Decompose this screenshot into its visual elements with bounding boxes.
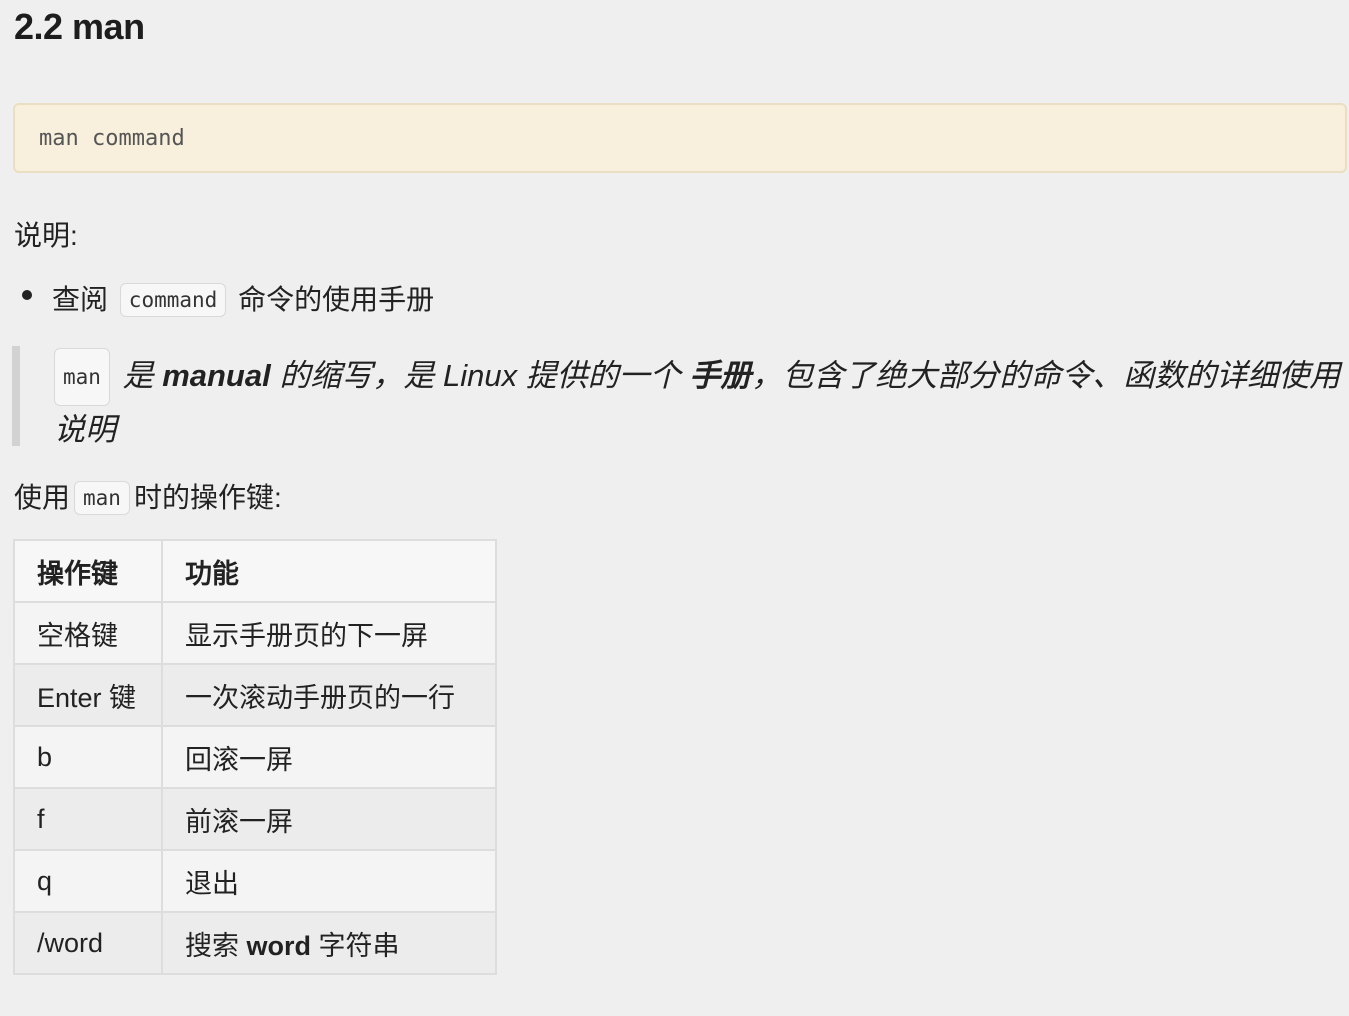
blockquote: man 是 manual 的缩写，是 Linux 提供的一个 手册，包含了绝大部… bbox=[12, 346, 1340, 447]
table-cell-key: b bbox=[13, 725, 163, 789]
keys-table: 操作键 功能 空格键 显示手册页的下一屏 Enter 键 一次滚动手册页的一行 … bbox=[13, 539, 497, 975]
table-cell-function: 前滚一屏 bbox=[161, 787, 497, 851]
description-label: 说明: bbox=[14, 220, 78, 251]
function-text-after: 字符串 bbox=[318, 930, 400, 961]
table-cell-key: q bbox=[13, 849, 163, 913]
quote-part-1: 是 bbox=[122, 358, 154, 393]
table-header-row: 操作键 功能 bbox=[13, 539, 497, 603]
description-list: 查阅 command 命令的使用手册 bbox=[18, 278, 434, 318]
table-header-function: 功能 bbox=[161, 539, 497, 603]
operations-text-before: 使用 bbox=[14, 482, 71, 513]
table-row: f 前滚一屏 bbox=[13, 787, 497, 851]
quote-bold-manual: manual bbox=[162, 358, 271, 393]
table-cell-function: 退出 bbox=[161, 849, 497, 913]
code-block: man command bbox=[13, 103, 1347, 173]
quote-bold-handbook: 手册 bbox=[689, 358, 752, 393]
quote-part-2: 的缩写，是 Linux 提供的一个 bbox=[279, 358, 681, 393]
table-cell-key: Enter 键 bbox=[13, 663, 163, 727]
section-title: 2.2 man bbox=[14, 6, 145, 47]
function-text-bold: word bbox=[246, 930, 312, 961]
table-cell-function: 显示手册页的下一屏 bbox=[161, 601, 497, 665]
table-cell-key: /word bbox=[13, 911, 163, 975]
table-header-key: 操作键 bbox=[13, 539, 163, 603]
table-cell-key: f bbox=[13, 787, 163, 851]
bullet-text-before: 查阅 bbox=[52, 284, 109, 315]
list-item: 查阅 command 命令的使用手册 bbox=[18, 278, 434, 318]
code-block-text: man command bbox=[39, 126, 185, 151]
bullet-dot-icon bbox=[22, 290, 32, 300]
table-cell-function: 回滚一屏 bbox=[161, 725, 497, 789]
table-cell-function: 一次滚动手册页的一行 bbox=[161, 663, 497, 727]
quote-text: man 是 manual 的缩写，是 Linux 提供的一个 手册，包含了绝大部… bbox=[54, 348, 1344, 454]
table-row: q 退出 bbox=[13, 849, 497, 913]
inline-code-man: man bbox=[54, 348, 110, 406]
function-text-before: 搜索 bbox=[185, 930, 239, 961]
operations-label: 使用 man 时的操作键: bbox=[14, 476, 282, 516]
bullet-text-after: 命令的使用手册 bbox=[238, 284, 435, 315]
document-page: 2.2 man man command 说明: 查阅 command 命令的使用… bbox=[0, 0, 1349, 1016]
table-row: 空格键 显示手册页的下一屏 bbox=[13, 601, 497, 665]
table-row: /word 搜索 word 字符串 bbox=[13, 911, 497, 975]
operations-text-after: 时的操作键: bbox=[133, 482, 282, 513]
inline-code-man-ops: man bbox=[74, 481, 130, 515]
table-cell-function: 搜索 word 字符串 bbox=[161, 911, 497, 975]
inline-code-command: command bbox=[119, 283, 227, 317]
table-cell-key: 空格键 bbox=[13, 601, 163, 665]
table-row: Enter 键 一次滚动手册页的一行 bbox=[13, 663, 497, 727]
table-row: b 回滚一屏 bbox=[13, 725, 497, 789]
